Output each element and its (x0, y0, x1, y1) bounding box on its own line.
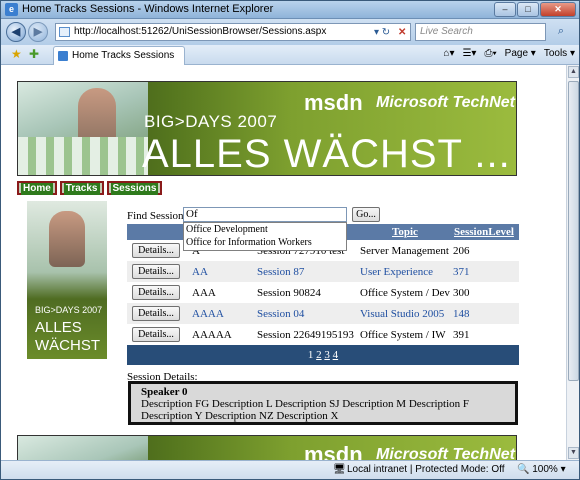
tab-page-icon (58, 51, 68, 61)
back-button[interactable]: ◀ (6, 22, 26, 42)
level-cell: 148 (453, 308, 470, 320)
address-url: http://localhost:51262/UniSessionBrowser… (74, 26, 327, 37)
details-button[interactable]: Details... (132, 306, 180, 321)
topic-column-header[interactable]: Topic (392, 226, 418, 238)
table-row: Details... AAA Session 90824 Office Syst… (127, 282, 519, 303)
tools-menu-label: Tools (543, 48, 568, 59)
status-bar: 🖥 Local intranet | Protected Mode: Off 🔍… (1, 460, 579, 479)
footer-technet-logo: Microsoft TechNet (376, 446, 515, 460)
session-cell: Session 90824 (257, 287, 321, 299)
favorites-star-icon[interactable]: ★ (11, 47, 22, 61)
session-details-panel: Speaker 0 Description FG Description L D… (128, 381, 518, 425)
topic-cell: Visual Studio 2005 (360, 308, 445, 320)
page-menu[interactable]: Page ▾ (505, 48, 536, 59)
autocomplete-item[interactable]: Office Development (184, 223, 346, 236)
page-content: BIG>DAYS 2007 ALLES WÄCHST ... msdn Micr… (1, 65, 566, 460)
site-nav: Home Tracks Sessions (17, 181, 163, 195)
footer-banner: msdn Microsoft TechNet (17, 435, 517, 460)
banner-photo (18, 82, 148, 175)
tab-home-tracks-sessions[interactable]: Home Tracks Sessions (53, 46, 185, 65)
address-input[interactable]: http://localhost:51262/UniSessionBrowser… (55, 23, 411, 41)
topic-cell: User Experience (360, 266, 433, 278)
maximize-button[interactable]: □ (517, 2, 539, 17)
level-cell: 371 (453, 266, 470, 278)
minimize-button[interactable]: – (494, 2, 516, 17)
address-toolbar: ◀ ▶ http://localhost:51262/UniSessionBro… (1, 19, 579, 45)
autocomplete-list: Office Development Office for Informatio… (183, 222, 347, 251)
table-row: Details... AAAAA Session 22649195193 Off… (127, 324, 519, 345)
session-cell: Session 22649195193 (257, 329, 354, 341)
speaker-name: Speaker 0 (141, 386, 188, 398)
browser-window: e Home Tracks Sessions - Windows Interne… (0, 0, 580, 480)
ie-icon: e (5, 3, 18, 16)
tab-bar: ★ ✚ Home Tracks Sessions ⌂▾ ☰▾ ⎙▾ Page ▾… (1, 45, 579, 65)
speaker-cell: AAAAA (192, 329, 232, 341)
autocomplete-item[interactable]: Office for Information Workers (184, 236, 346, 249)
forward-button[interactable]: ▶ (28, 22, 48, 42)
level-cell: 300 (453, 287, 470, 299)
sessionlevel-column-header[interactable]: SessionLevel (454, 226, 514, 238)
add-favorite-icon[interactable]: ✚ (29, 47, 39, 61)
level-cell: 206 (453, 245, 470, 257)
details-button[interactable]: Details... (132, 264, 180, 279)
topic-cell: Office System / IW (360, 329, 446, 341)
zone-status: Local intranet | Protected Mode: Off (347, 464, 505, 475)
refresh-dropdown-icon[interactable]: ▾ ↻ (374, 25, 390, 41)
side-banner-event: BIG>DAYS 2007 (35, 305, 103, 315)
footer-msdn-logo: msdn (304, 442, 363, 460)
level-cell: 391 (453, 329, 470, 341)
scroll-thumb[interactable] (568, 81, 579, 381)
tools-menu[interactable]: Tools ▾ (544, 48, 575, 59)
scroll-down-icon[interactable]: ▼ (568, 447, 579, 459)
window-title: Home Tracks Sessions - Windows Internet … (22, 3, 274, 15)
speaker-cell: AA (192, 266, 208, 278)
page-icon (59, 27, 70, 37)
zoom-level[interactable]: 🔍 100% ▾ (517, 461, 566, 478)
title-bar: e Home Tracks Sessions - Windows Interne… (1, 1, 579, 19)
search-input[interactable]: Live Search (415, 23, 546, 41)
side-banner: BIG>DAYS 2007 ALLES WÄCHST (27, 201, 107, 359)
table-row: Details... AA Session 87 User Experience… (127, 261, 519, 282)
scroll-up-icon[interactable]: ▲ (568, 66, 579, 78)
msdn-logo: msdn (304, 90, 363, 115)
intranet-icon: 🖥 (333, 464, 346, 475)
nav-home[interactable]: Home (17, 181, 57, 195)
session-description: Description FG Description L Description… (141, 398, 470, 422)
details-button[interactable]: Details... (132, 243, 180, 258)
close-button[interactable]: ✕ (540, 2, 576, 17)
details-button[interactable]: Details... (132, 327, 180, 342)
technet-logo: Microsoft TechNet (376, 94, 515, 111)
stop-icon[interactable]: ✕ (398, 25, 406, 41)
pager-page-2[interactable]: 2 (316, 349, 322, 361)
page-menu-label: Page (504, 48, 529, 59)
side-banner-line1: ALLES (35, 319, 82, 336)
table-row: Details... AAAA Session 04 Visual Studio… (127, 303, 519, 324)
banner-event: BIG>DAYS 2007 (144, 112, 278, 131)
nav-sessions[interactable]: Sessions (106, 181, 163, 195)
tab-title: Home Tracks Sessions (72, 50, 175, 61)
pager-page-3[interactable]: 3 (324, 349, 330, 361)
speaker-cell: AAA (192, 287, 216, 299)
session-cell: Session 87 (257, 266, 305, 278)
print-icon[interactable]: ⎙▾ (484, 48, 496, 59)
feeds-icon[interactable]: ☰▾ (462, 48, 476, 59)
banner-headline: ALLES WÄCHST ... (142, 132, 511, 176)
pager-page-4[interactable]: 4 (333, 349, 339, 361)
topic-cell: Server Management (360, 245, 449, 257)
details-button[interactable]: Details... (132, 285, 180, 300)
nav-tracks[interactable]: Tracks (59, 181, 104, 195)
search-icon[interactable]: ⌕ (550, 23, 572, 41)
find-session-label: Find Session: (127, 210, 187, 222)
topic-cell: Office System / Dev (360, 287, 450, 299)
header-banner: BIG>DAYS 2007 ALLES WÄCHST ... msdn Micr… (17, 81, 517, 176)
home-icon[interactable]: ⌂▾ (443, 48, 454, 59)
go-button[interactable]: Go... (352, 207, 380, 222)
grid-pager: 1 2 3 4 (127, 345, 519, 365)
session-cell: Session 04 (257, 308, 305, 320)
find-session-input[interactable]: Of (183, 207, 347, 222)
vertical-scrollbar[interactable]: ▲ ▼ (566, 65, 579, 460)
side-banner-line2: WÄCHST (35, 337, 100, 354)
speaker-cell: AAAA (192, 308, 224, 320)
pager-current: 1 (307, 349, 314, 361)
